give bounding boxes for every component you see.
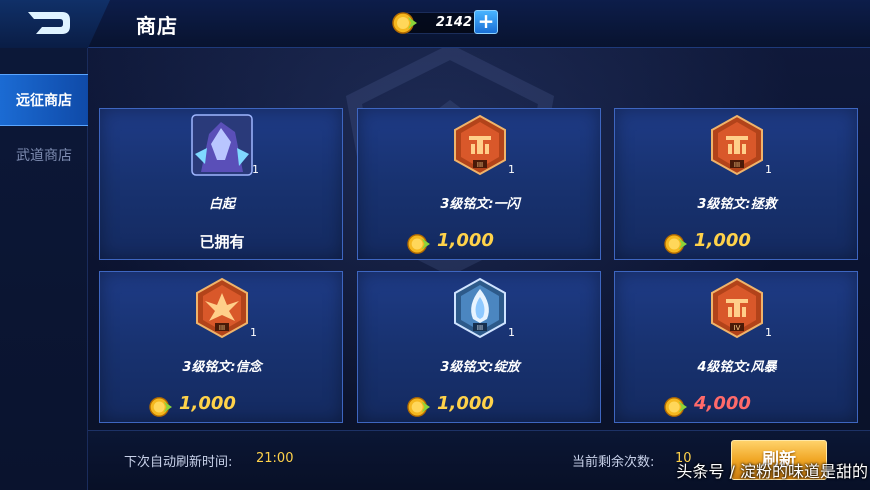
item-price: 4,000 [694, 393, 751, 414]
item-price: 1,000 [694, 230, 751, 251]
gold-coin-icon [149, 397, 172, 417]
tier-label: III [219, 324, 225, 332]
auto-refresh-time: 21:00 [256, 451, 294, 466]
tier-label: III [477, 161, 483, 169]
red-inscription-iv-icon: IV [711, 277, 763, 339]
sidebar-item-expedition-shop[interactable]: 远征商店 [0, 74, 88, 126]
watermark: 头条号 / 淀粉的味道是甜的 [676, 462, 868, 481]
add-coins-button[interactable]: + [474, 10, 498, 34]
item-price: 1,000 [179, 393, 236, 414]
shop-item-card[interactable]: 1 白起 已拥有 [99, 108, 343, 260]
hero-portrait-icon [191, 114, 253, 176]
tier-label: III [477, 324, 483, 332]
item-quantity: 1 [508, 326, 515, 339]
item-quantity: 1 [250, 326, 257, 339]
item-name: 白起 [208, 197, 235, 212]
shop-item-card[interactable]: III 1 3级铭文:绽放 1,000 [357, 271, 601, 423]
gold-coin-icon [392, 12, 417, 34]
red-flower-inscription-iii-icon: III [196, 277, 248, 339]
item-price: 1,000 [437, 230, 494, 251]
sidebar-item-martial-shop[interactable]: 武道商店 [0, 130, 88, 182]
shop-item-card[interactable]: III 1 3级铭文:一闪 1,000 [357, 108, 601, 260]
gold-coin-icon [664, 234, 687, 254]
item-quantity: 1 [765, 326, 772, 339]
item-name: 3级铭文:一闪 [440, 197, 520, 212]
shop-item-card[interactable]: III 1 3级铭文:拯救 1,000 [614, 108, 858, 260]
item-quantity: 1 [508, 163, 515, 176]
blue-inscription-iii-icon: III [454, 277, 506, 339]
shop-item-card[interactable]: III 1 3级铭文:信念 1,000 [99, 271, 343, 423]
tier-label: III [734, 161, 740, 169]
item-quantity: 1 [765, 163, 772, 176]
auto-refresh-label: 下次自动刷新时间: [124, 455, 233, 470]
page-title: 商店 [136, 14, 178, 38]
shop-item-card[interactable]: IV 1 4级铭文:风暴 4,000 [614, 271, 858, 423]
gold-coin-icon [407, 234, 430, 254]
item-quantity: 1 [252, 163, 259, 176]
item-name: 3级铭文:拯救 [697, 197, 777, 212]
owned-status: 已拥有 [199, 233, 245, 251]
item-price: 1,000 [437, 393, 494, 414]
coin-amount: 2142 [435, 15, 472, 30]
item-name: 3级铭文:信念 [182, 360, 262, 375]
red-inscription-iii-icon: III [454, 114, 506, 176]
gold-coin-icon [664, 397, 687, 417]
tier-label: IV [734, 324, 741, 332]
item-name: 3级铭文:绽放 [440, 360, 520, 375]
item-name: 4级铭文:风暴 [697, 360, 777, 375]
red-inscription-iii-icon: III [711, 114, 763, 176]
back-arrow-icon [28, 12, 70, 34]
gold-coin-icon [407, 397, 430, 417]
